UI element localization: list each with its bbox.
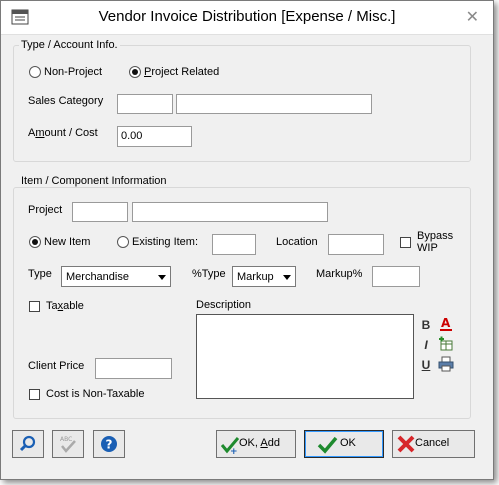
bypass-wip-checkbox[interactable] <box>400 237 411 248</box>
existing-item-radio[interactable] <box>117 236 129 248</box>
existing-item-label[interactable]: Existing Item: <box>132 236 198 248</box>
existing-item-field[interactable] <box>212 234 256 255</box>
spell-check-button[interactable]: ABC <box>52 430 84 458</box>
close-icon[interactable]: ✕ <box>466 7 479 27</box>
cost-non-taxable-label[interactable]: Cost is Non-Taxable <box>46 388 144 400</box>
spell-check-icon: ABC <box>60 436 76 453</box>
new-item-radio[interactable] <box>29 236 41 248</box>
project-related-text: roject Related <box>151 66 220 78</box>
non-project-label[interactable]: Non-Project <box>44 66 102 78</box>
project-code-field[interactable] <box>72 202 128 222</box>
project-label: Project <box>28 204 63 216</box>
cancel-button[interactable]: Cancel <box>392 430 475 458</box>
non-project-radio[interactable] <box>29 66 41 78</box>
insert-table-icon <box>439 336 453 351</box>
item-component-group-label: Item / Component Information <box>19 175 169 187</box>
chevron-down-icon <box>158 275 166 280</box>
chevron-down-icon <box>283 275 291 280</box>
bypass-wip-label[interactable]: Bypass WIP <box>417 230 457 254</box>
type-select[interactable]: Merchandise <box>61 266 171 287</box>
italic-button[interactable]: I <box>417 336 435 354</box>
cancel-x-icon <box>397 435 415 453</box>
ok-label: OK <box>340 437 356 449</box>
ok-add-button[interactable]: + OK, Add <box>216 430 296 458</box>
type-account-group-label: Type / Account Info. <box>19 39 120 51</box>
printer-button[interactable] <box>437 356 455 374</box>
pct-type-label: %Type <box>192 268 226 280</box>
help-button[interactable]: ? <box>93 430 125 458</box>
lookup-button[interactable] <box>12 430 44 458</box>
sales-category-code-field[interactable] <box>117 94 173 114</box>
taxable-label[interactable]: Taxable <box>46 300 84 312</box>
pct-type-select-value: Markup <box>237 271 274 283</box>
cancel-label: Cancel <box>415 437 450 449</box>
type-label: Type <box>28 268 52 280</box>
markup-pct-label: Markup% <box>316 268 363 280</box>
amount-cost-label: Amount / Cost <box>28 127 98 139</box>
magnifier-icon <box>19 435 36 452</box>
title-bar: Vendor Invoice Distribution [Expense / M… <box>1 1 493 35</box>
svg-text:ABC: ABC <box>60 436 72 443</box>
svg-text:A: A <box>441 316 451 330</box>
cost-non-taxable-checkbox[interactable] <box>29 389 40 400</box>
taxable-checkbox[interactable] <box>29 301 40 312</box>
insert-field-button[interactable] <box>437 336 455 354</box>
ok-add-label: OK, Add <box>239 437 280 449</box>
printer-icon <box>438 356 454 372</box>
new-item-label[interactable]: New Item <box>44 236 90 248</box>
location-field[interactable] <box>328 234 384 255</box>
underline-button[interactable]: U <box>417 356 435 374</box>
check-icon <box>317 436 338 454</box>
amount-cost-field[interactable]: 0.00 <box>117 126 192 147</box>
pct-type-select[interactable]: Markup <box>232 266 296 287</box>
font-color-icon: A <box>440 316 452 331</box>
description-textarea[interactable] <box>196 314 414 399</box>
dialog-window: Vendor Invoice Distribution [Expense / M… <box>0 0 494 480</box>
ok-button[interactable]: OK <box>304 430 384 458</box>
sales-category-desc-field[interactable] <box>176 94 372 114</box>
client-price-field[interactable] <box>95 358 172 379</box>
project-desc-field[interactable] <box>132 202 328 222</box>
project-related-label[interactable]: Project Related <box>144 66 219 78</box>
location-label: Location <box>276 236 318 248</box>
svg-text:+: + <box>230 447 238 455</box>
help-icon: ? <box>101 436 117 452</box>
svg-text:?: ? <box>106 438 113 452</box>
project-related-radio[interactable] <box>129 66 141 78</box>
type-select-value: Merchandise <box>66 271 129 283</box>
markup-pct-field[interactable] <box>372 266 420 287</box>
description-label: Description <box>196 299 252 311</box>
sales-category-label: Sales Category <box>28 95 104 107</box>
font-color-button[interactable]: A <box>437 315 455 333</box>
client-price-label: Client Price <box>28 360 85 372</box>
window-title: Vendor Invoice Distribution [Expense / M… <box>98 8 396 25</box>
bold-button[interactable]: B <box>417 316 435 334</box>
